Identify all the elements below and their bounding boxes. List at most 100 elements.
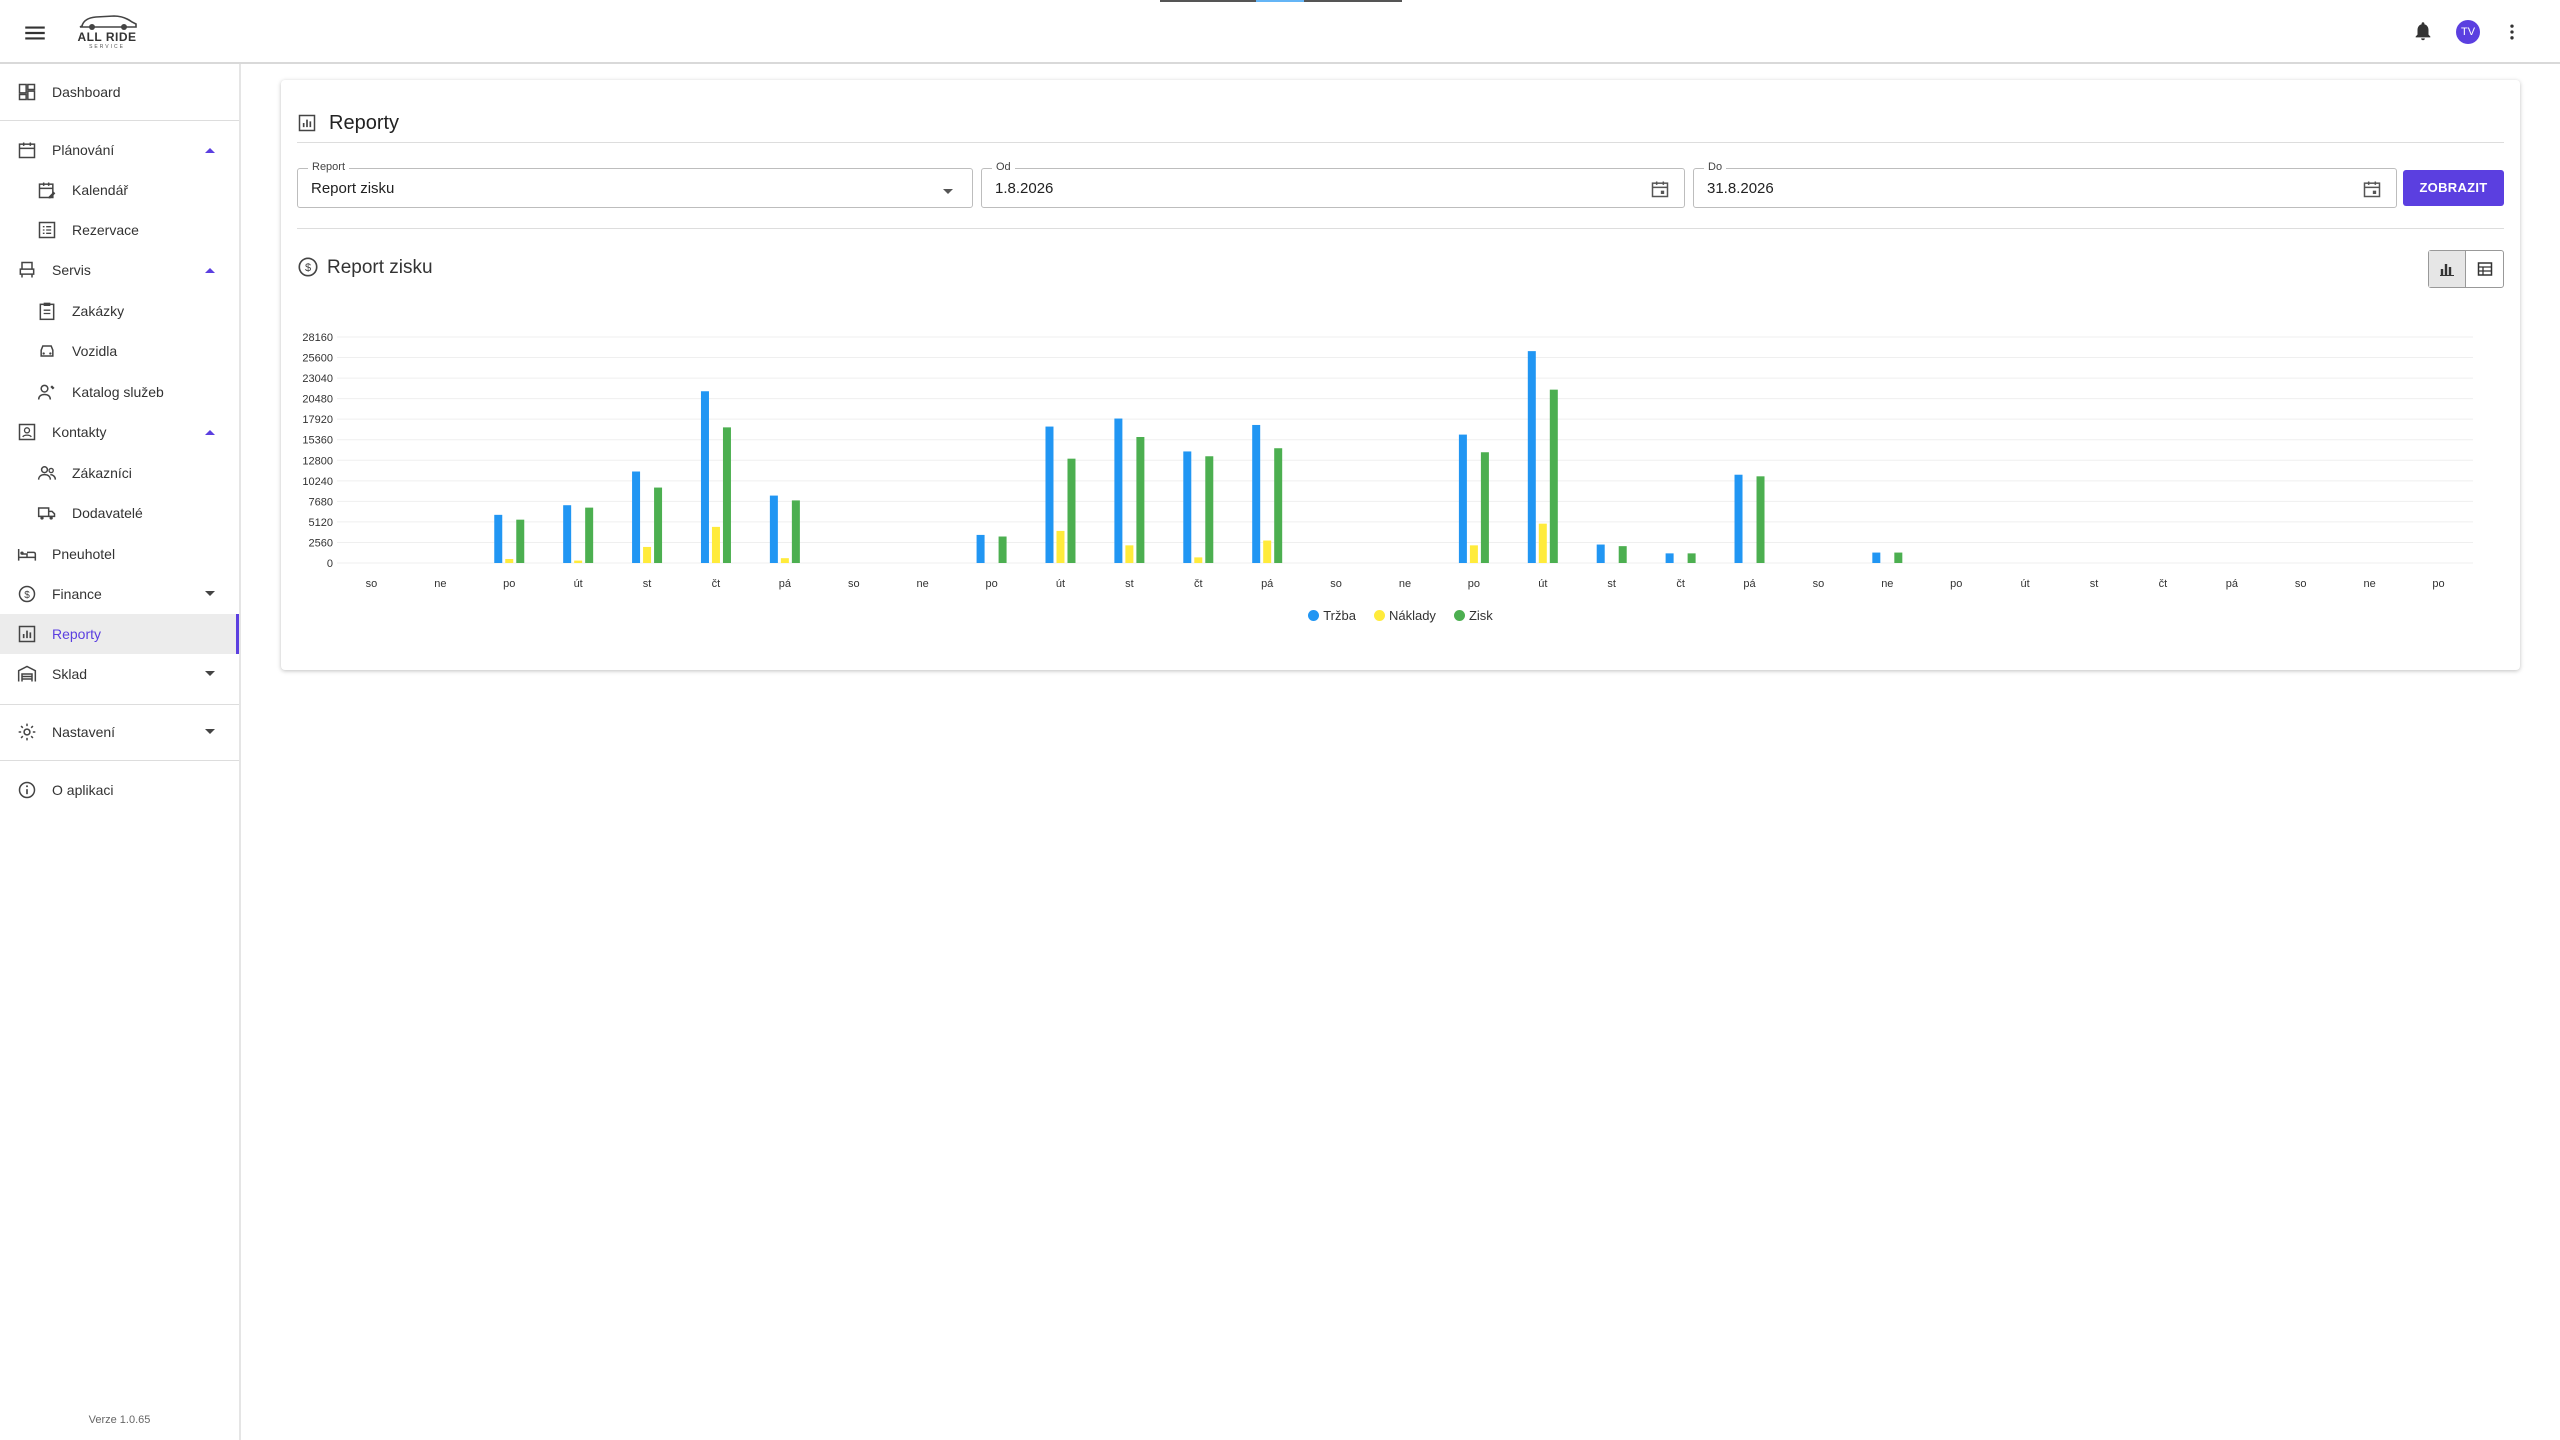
date-to-field[interactable]: Do 31.8.2026	[1693, 161, 2397, 208]
divider	[0, 704, 239, 705]
sidebar-item-rezervace[interactable]: Rezervace	[0, 210, 239, 250]
legend-label: Náklady	[1388, 608, 1436, 623]
gear-icon	[18, 723, 36, 741]
sidebar-item-dashboard[interactable]: Dashboard	[0, 72, 239, 112]
bar-naklady	[1538, 523, 1547, 563]
calendar-icon[interactable]	[2362, 179, 2382, 199]
x-tick-label: po	[503, 578, 515, 590]
sidebar-item-finance[interactable]: $ Finance	[0, 574, 239, 614]
sidebar-item-servis[interactable]: Servis	[0, 250, 239, 290]
x-tick-label: pá	[1743, 578, 1756, 590]
bar-zisk	[1894, 552, 1903, 563]
chart-view-button[interactable]	[2429, 251, 2467, 287]
x-tick-label: út	[1538, 578, 1547, 590]
report-select-value: Report zisku	[311, 180, 395, 197]
y-tick-label: 10240	[302, 476, 333, 488]
y-tick-label: 12800	[302, 455, 333, 467]
bar-naklady	[505, 558, 514, 563]
bar-trzba	[1527, 351, 1536, 563]
menu-icon[interactable]	[22, 20, 48, 46]
dollar-circle-icon: $	[18, 585, 36, 603]
chevron-down-icon	[205, 729, 215, 734]
sidebar-item-label: Plánování	[52, 142, 115, 158]
profit-chart-svg: 0 2560 5120 7680 10240 12800 15360 17920 20480 23…	[302, 332, 2473, 590]
x-tick-label: po	[1468, 578, 1480, 590]
legend-item-naklady[interactable]: Náklady	[1373, 608, 1436, 623]
user-avatar[interactable]: TV	[2456, 20, 2480, 44]
x-tick-label: ne	[917, 578, 929, 590]
y-tick-label: 2560	[309, 537, 333, 549]
car-icon	[40, 345, 54, 357]
y-tick-label: 0	[327, 558, 333, 570]
app-logo[interactable]: ALL RIDE SERVICE	[74, 10, 140, 54]
logo-text: ALL RIDE	[77, 30, 137, 44]
calendar-icon[interactable]	[1650, 179, 1670, 199]
bar-trzba	[494, 514, 503, 563]
table-view-button[interactable]	[2466, 251, 2503, 287]
sidebar-item-reporty[interactable]: Reporty	[0, 614, 239, 654]
truck-icon	[37, 507, 56, 520]
legend-dot	[1453, 610, 1465, 621]
y-tick-label: 25600	[302, 353, 333, 365]
app-version: Verze 1.0.65	[88, 1414, 151, 1426]
chevron-down-icon	[205, 591, 215, 596]
y-tick-label: 17920	[302, 414, 333, 426]
sidebar-item-katalog[interactable]: Katalog služeb	[0, 372, 239, 412]
more-vert-icon[interactable]	[2502, 20, 2522, 44]
bar-zisk	[1205, 456, 1214, 563]
bar-trzba	[1734, 474, 1743, 563]
sidebar-item-planovani[interactable]: Plánování	[0, 130, 239, 170]
show-report-button[interactable]: ZOBRAZIT	[2403, 170, 2504, 206]
bar-naklady	[1125, 545, 1134, 563]
x-tick-label: čt	[712, 578, 721, 590]
legend-item-trzba[interactable]: Tržba	[1308, 608, 1356, 623]
sidebar-item-label: Pneuhotel	[52, 546, 116, 562]
x-tick-label: po	[2432, 578, 2444, 590]
legend-item-zisk[interactable]: Zisk	[1453, 608, 1493, 623]
sidebar-item-label: Kontakty	[52, 424, 107, 440]
chevron-up-icon	[205, 430, 215, 435]
info-icon	[18, 781, 36, 799]
sidebar-item-label: Rezervace	[72, 222, 139, 238]
x-tick-label: út	[1056, 578, 1065, 590]
x-tick-label: st	[643, 578, 652, 590]
sidebar-item-dodavatele[interactable]: Dodavatelé	[0, 493, 239, 533]
date-from-label: Od	[992, 161, 1015, 173]
x-tick-label: so	[366, 578, 378, 590]
sidebar-item-label: Zákazníci	[72, 465, 132, 481]
x-tick-label: čt	[2159, 578, 2168, 590]
sidebar-item-label: Nastavení	[52, 724, 116, 740]
y-tick-label: 5120	[309, 517, 333, 529]
sidebar-item-pneuhotel[interactable]: Pneuhotel	[0, 534, 239, 574]
sidebar-item-label: Finance	[52, 586, 102, 602]
bar-zisk	[1618, 546, 1627, 563]
bar-naklady	[1056, 530, 1065, 563]
x-tick-label: so	[1813, 578, 1825, 590]
sidebar-item-sklad[interactable]: Sklad	[0, 654, 239, 694]
date-from-field[interactable]: Od 1.8.2026	[981, 161, 1685, 208]
sidebar-item-vozidla[interactable]: Vozidla	[0, 331, 239, 371]
sidebar-item-o-aplikaci[interactable]: O aplikaci	[0, 770, 239, 810]
clipboard-icon	[39, 302, 55, 321]
notifications-bell-icon[interactable]	[2412, 18, 2434, 44]
divider	[297, 228, 2504, 229]
sidebar-item-zakazky[interactable]: Zakázky	[0, 291, 239, 331]
bar-chart-icon	[2440, 264, 2454, 276]
list-alt-icon	[38, 221, 56, 239]
y-tick-label: 28160	[302, 332, 333, 344]
report-select[interactable]: Report Report zisku	[297, 161, 973, 208]
bar-naklady	[1469, 545, 1478, 563]
people-icon	[37, 466, 57, 480]
bar-naklady	[643, 546, 652, 563]
bar-chart-icon	[298, 114, 316, 132]
sidebar-item-kalendar[interactable]: Kalendář	[0, 170, 239, 210]
sidebar-item-zakaznici[interactable]: Zákazníci	[0, 453, 239, 493]
page-title: Reporty	[329, 112, 400, 134]
view-toggle	[2428, 250, 2504, 288]
sidebar-item-kontakty[interactable]: Kontakty	[0, 412, 239, 452]
sidebar-item-nastaveni[interactable]: Nastavení	[0, 712, 239, 752]
x-tick-label: st	[2090, 578, 2099, 590]
bar-zisk	[585, 507, 594, 563]
profit-chart: 0 2560 5120 7680 10240 12800 15360 17920 20480 23…	[281, 310, 2520, 670]
car-seat-icon	[19, 261, 35, 278]
